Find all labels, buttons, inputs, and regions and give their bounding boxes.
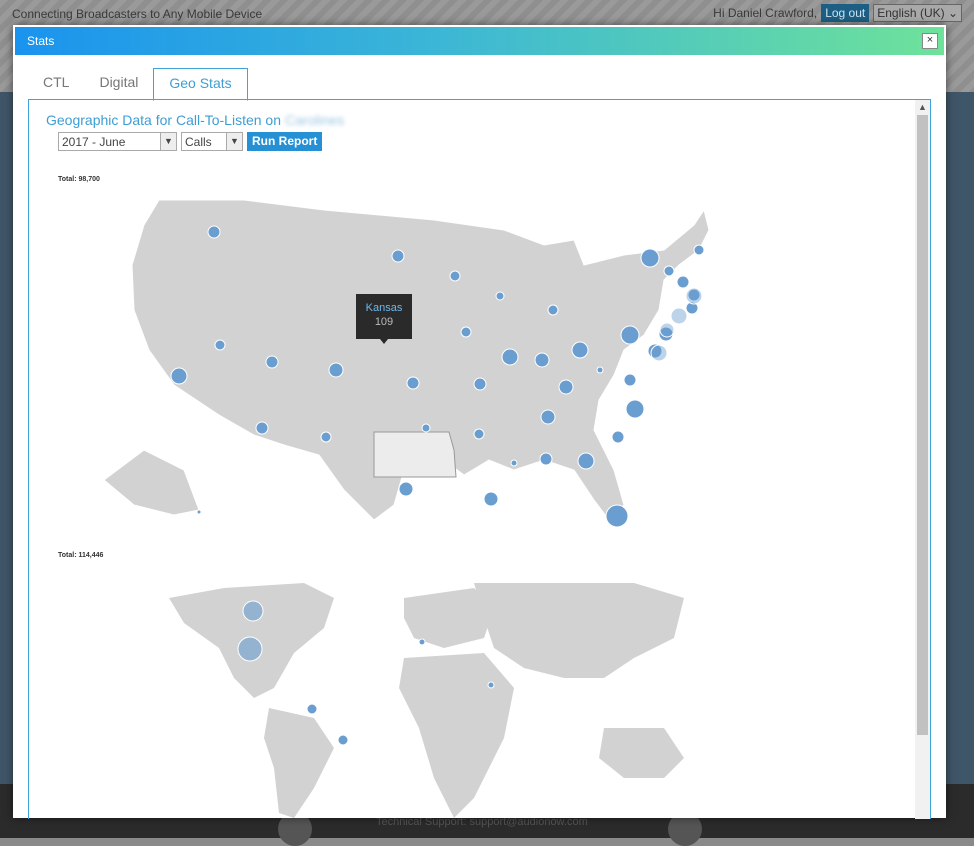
- period-select[interactable]: 2017 - June ▼: [58, 132, 177, 151]
- panel-scrollbar[interactable]: ▲: [915, 100, 930, 819]
- language-select[interactable]: English (UK) ⌄: [873, 4, 962, 22]
- tab-digital[interactable]: Digital: [84, 68, 153, 98]
- world-total: Total: 114,446: [58, 552, 104, 559]
- australia-land: [599, 728, 684, 778]
- geo-stats-panel: Geographic Data for Call-To-Listen on Car…: [28, 99, 931, 819]
- scroll-up-icon[interactable]: ▲: [918, 102, 927, 112]
- run-report-button[interactable]: Run Report: [247, 132, 323, 151]
- period-select-value: 2017 - June: [62, 134, 126, 149]
- chevron-down-icon: ▼: [226, 133, 242, 150]
- site-tagline: Connecting Broadcasters to Any Mobile De…: [12, 7, 263, 21]
- world-map: [169, 583, 684, 818]
- us-map: [104, 199, 710, 528]
- report-controls: 2017 - June ▼ Calls ▼ Run Report: [58, 132, 323, 151]
- geo-heading: Geographic Data for Call-To-Listen on Car…: [46, 112, 344, 128]
- stats-tabs: CTL Digital Geo Stats: [28, 68, 248, 101]
- logout-link[interactable]: Log out: [821, 4, 870, 22]
- user-greeting: Hi Daniel Crawford,: [713, 6, 818, 20]
- scroll-thumb[interactable]: [917, 115, 928, 735]
- station-name: Carolines: [285, 112, 345, 128]
- modal-header: Stats ×: [15, 27, 944, 55]
- south-america-land: [264, 708, 334, 818]
- modal-title: Stats: [27, 34, 55, 48]
- asia-land: [474, 583, 684, 678]
- state-tooltip: Kansas 109: [356, 294, 412, 344]
- chevron-down-icon: ▼: [160, 133, 176, 150]
- kansas-highlight[interactable]: [373, 431, 457, 478]
- us-total: Total: 98,700: [58, 176, 100, 183]
- geo-heading-text: Geographic Data for Call-To-Listen on: [46, 112, 282, 128]
- tab-ctl[interactable]: CTL: [28, 68, 84, 98]
- close-icon[interactable]: ×: [922, 33, 938, 49]
- user-bar: Hi Daniel Crawford, Log out English (UK)…: [713, 4, 962, 22]
- stats-modal: Stats × CTL Digital Geo Stats Geographic…: [13, 25, 946, 819]
- tab-geo-stats[interactable]: Geo Stats: [153, 68, 248, 101]
- metric-select[interactable]: Calls ▼: [181, 132, 243, 151]
- africa-land: [399, 653, 514, 818]
- tooltip-value: 109: [374, 316, 394, 328]
- alaska-land: [104, 449, 200, 516]
- tooltip-state: Kansas: [365, 302, 403, 314]
- metric-select-value: Calls: [185, 134, 212, 149]
